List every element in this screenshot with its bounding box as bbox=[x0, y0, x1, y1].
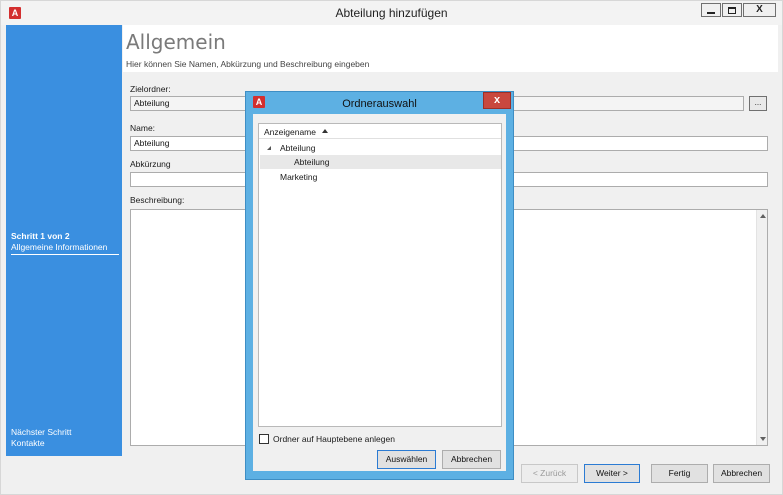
expand-collapse-icon[interactable] bbox=[267, 146, 271, 150]
window-title: Abteilung hinzufügen bbox=[335, 6, 448, 20]
dialog-title: Ordnerauswahl bbox=[342, 98, 417, 110]
browse-folder-button[interactable]: ... bbox=[749, 96, 767, 111]
maximize-icon bbox=[728, 6, 736, 14]
next-button[interactable]: Weiter > bbox=[584, 464, 640, 483]
description-scrollbar[interactable] bbox=[756, 210, 767, 445]
finish-button[interactable]: Fertig bbox=[651, 464, 708, 483]
top-level-folder-checkbox[interactable] bbox=[259, 434, 269, 444]
tree-node-marketing[interactable]: Marketing bbox=[260, 170, 501, 184]
name-label: Name: bbox=[130, 123, 156, 133]
dialog-cancel-button[interactable]: Abbrechen bbox=[442, 450, 501, 469]
tree-node-label: Abteilung bbox=[280, 143, 316, 153]
close-button[interactable]: X bbox=[743, 3, 776, 17]
description-label: Beschreibung: bbox=[130, 195, 185, 205]
page-header: Allgemein Hier können Sie Namen, Abkürzu… bbox=[123, 25, 778, 72]
column-header-label: Anzeigename bbox=[264, 127, 316, 137]
step-label: Schritt 1 von 2 bbox=[11, 231, 70, 241]
next-step-name: Kontakte bbox=[11, 438, 45, 448]
title-bar[interactable]: A Abteilung hinzufügen X bbox=[1, 1, 782, 25]
tree-node-label: Marketing bbox=[280, 172, 318, 182]
tree-column-header[interactable]: Anzeigename bbox=[259, 124, 501, 139]
maximize-button[interactable] bbox=[722, 3, 742, 17]
scroll-up-icon[interactable] bbox=[760, 214, 766, 218]
sort-ascending-icon bbox=[322, 129, 328, 133]
close-icon: X bbox=[756, 4, 763, 15]
dialog-body: Anzeigename Abteilung Abteilung Marketin… bbox=[253, 114, 506, 471]
top-level-folder-label: Ordner auf Hauptebene anlegen bbox=[273, 434, 395, 444]
wizard-sidebar: Schritt 1 von 2 Allgemeine Informationen… bbox=[6, 25, 122, 456]
page-title: Allgemein bbox=[126, 30, 226, 54]
minimize-button[interactable] bbox=[701, 3, 721, 17]
tree-node-label: Abteilung bbox=[294, 157, 330, 167]
tree-node-abteilung[interactable]: Abteilung bbox=[260, 141, 501, 155]
current-step: Allgemeine Informationen bbox=[11, 242, 119, 255]
target-folder-label: Zielordner: bbox=[130, 84, 171, 94]
cancel-button[interactable]: Abbrechen bbox=[713, 464, 770, 483]
scroll-down-icon[interactable] bbox=[760, 437, 766, 441]
page-subtitle: Hier können Sie Namen, Abkürzung und Bes… bbox=[126, 59, 370, 69]
next-step-label: Nächster Schritt bbox=[11, 427, 72, 437]
minimize-icon bbox=[707, 12, 715, 14]
back-button[interactable]: < Zurück bbox=[521, 464, 578, 483]
tree-node-abteilung-child[interactable]: Abteilung bbox=[260, 155, 501, 169]
folder-tree[interactable]: Anzeigename Abteilung Abteilung Marketin… bbox=[258, 123, 502, 427]
abbreviation-label: Abkürzung bbox=[130, 159, 171, 169]
close-icon: x bbox=[493, 94, 501, 106]
dialog-close-button[interactable]: x bbox=[483, 92, 511, 109]
folder-select-dialog: A Ordnerauswahl x Anzeigename Abteilung … bbox=[245, 91, 514, 480]
select-button[interactable]: Auswählen bbox=[377, 450, 436, 469]
